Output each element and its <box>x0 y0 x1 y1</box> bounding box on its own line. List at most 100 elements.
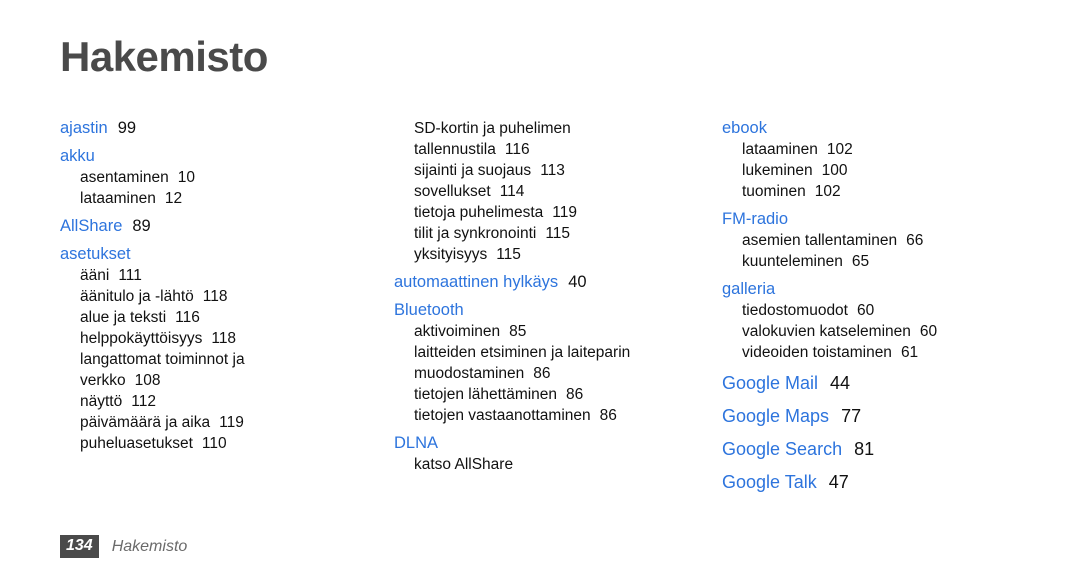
index-sub-entry[interactable]: tietojen vastaanottaminen 86 <box>394 405 714 426</box>
index-entry-heading-label: asetukset <box>60 245 131 263</box>
index-entry-group: akku asentaminen 10 lataaminen 12 <box>60 146 380 209</box>
index-entry-heading[interactable]: Bluetooth <box>394 300 714 321</box>
index-entry-heading-label: Bluetooth <box>394 301 464 319</box>
index-sub-entry-page-number: 114 <box>499 183 525 200</box>
index-sub-entry[interactable]: muodostaminen 86 <box>394 363 714 384</box>
index-sub-entry-page-number: 115 <box>545 225 571 242</box>
index-sub-entry[interactable]: tietoja puhelimesta 119 <box>394 202 714 223</box>
index-sub-entry[interactable]: lukeminen 100 <box>722 160 1042 181</box>
index-entry-page-number: 44 <box>830 373 851 393</box>
index-sub-entry[interactable]: verkko 108 <box>60 370 380 391</box>
index-entry-heading[interactable]: AllShare 89 <box>60 216 380 237</box>
index-sub-entry-label: sijainti ja suojaus <box>414 162 532 179</box>
index-sub-entry[interactable]: asemien tallentaminen 66 <box>722 230 1042 251</box>
index-sub-entry-label: lataaminen <box>742 141 818 158</box>
index-sub-entry[interactable]: aktivoiminen 85 <box>394 321 714 342</box>
index-sub-entry-page-number: 116 <box>504 141 530 158</box>
index-sub-entry[interactable]: ääni 111 <box>60 265 380 286</box>
index-sub-entry-page-number: 115 <box>496 246 521 263</box>
index-entry-heading[interactable]: Google Search 81 <box>722 436 1042 462</box>
index-sub-entry[interactable]: sovellukset 114 <box>394 181 714 202</box>
index-sub-entry-page-number: 65 <box>851 253 870 270</box>
index-entry-heading-label: galleria <box>722 280 776 298</box>
index-entry-heading-label: ajastin <box>60 119 108 137</box>
index-sub-entry[interactable]: sijainti ja suojaus 113 <box>394 160 714 181</box>
index-sub-entry[interactable]: näyttö 112 <box>60 391 380 412</box>
index-sub-entry-label: helppokäyttöisyys <box>80 330 203 347</box>
index-sub-entry-label: sovellukset <box>414 183 491 200</box>
index-sub-entry[interactable]: asentaminen 10 <box>60 167 380 188</box>
index-entry-heading-label: Google Search <box>722 439 843 459</box>
index-sub-entry-label: aktivoiminen <box>414 323 501 340</box>
index-sub-entry-page-number: 102 <box>826 141 853 158</box>
index-sub-entry-label: lukeminen <box>742 162 813 179</box>
index-sub-entry[interactable]: tietojen lähettäminen 86 <box>394 384 714 405</box>
index-entry-heading-label: DLNA <box>394 434 439 452</box>
index-sub-entry-page-number: 111 <box>118 267 142 284</box>
index-sub-entry[interactable]: laitteiden etsiminen ja laiteparin <box>394 342 714 363</box>
index-sub-entry[interactable]: valokuvien katseleminen 60 <box>722 321 1042 342</box>
index-entry-heading-label: FM-radio <box>722 210 789 228</box>
index-sub-entry[interactable]: alue ja teksti 116 <box>60 307 380 328</box>
index-sub-entry[interactable]: katso AllShare <box>394 454 714 475</box>
index-entry-group: Google Search 81 <box>722 436 1042 462</box>
index-sub-entry-page-number: 85 <box>509 323 527 340</box>
index-entry-heading[interactable]: Google Talk 47 <box>722 469 1042 495</box>
index-entry-heading[interactable]: Google Mail 44 <box>722 370 1042 396</box>
index-sub-entry[interactable]: lataaminen 12 <box>60 188 380 209</box>
index-sub-entry[interactable]: puheluasetukset 110 <box>60 433 380 454</box>
index-sub-entry[interactable]: lataaminen 102 <box>722 139 1042 160</box>
index-entry-heading[interactable]: DLNA <box>394 433 714 454</box>
index-sub-entry[interactable]: kuunteleminen 65 <box>722 251 1042 272</box>
index-sub-entry-label: tilit ja synkronointi <box>414 225 537 242</box>
index-sub-entry-label: muodostaminen <box>414 365 525 382</box>
index-sub-entry[interactable]: tallennustila 116 <box>394 139 714 160</box>
index-sub-entry-page-number: 86 <box>566 386 584 403</box>
index-sub-entry-page-number: 119 <box>219 414 244 431</box>
index-sub-entry-label: äänitulo ja -lähtö <box>80 288 194 305</box>
index-entry-heading[interactable]: asetukset <box>60 244 380 265</box>
index-sub-entry-label: SD-kortin ja puhelimen <box>414 120 571 137</box>
index-sub-entry[interactable]: tuominen 102 <box>722 181 1042 202</box>
index-entry-heading[interactable]: Google Maps 77 <box>722 403 1042 429</box>
index-sub-entry-label: valokuvien katseleminen <box>742 323 911 340</box>
index-sub-entry-label: yksityisyys <box>414 246 488 263</box>
index-sub-entry-page-number: 10 <box>177 169 196 186</box>
page-title: Hakemisto <box>60 33 268 80</box>
index-sub-entry-label: tietojen vastaanottaminen <box>414 407 591 424</box>
index-entry-group: SD-kortin ja puhelimen tallennustila 116 si… <box>394 118 714 265</box>
index-entry-heading[interactable]: FM-radio <box>722 209 1042 230</box>
index-entry-heading-label: akku <box>60 147 95 165</box>
index-sub-entry-page-number: 61 <box>900 344 919 361</box>
index-sub-entry[interactable]: yksityisyys 115 <box>394 244 714 265</box>
index-sub-entry[interactable]: äänitulo ja -lähtö 118 <box>60 286 380 307</box>
index-entry-heading[interactable]: ajastin 99 <box>60 118 380 139</box>
index-entry-group: Bluetooth aktivoiminen 85 laitteiden etsimi… <box>394 300 714 426</box>
index-sub-entry-page-number: 113 <box>540 162 565 179</box>
index-sub-entry-label: verkko <box>80 372 126 389</box>
index-entry-heading-label: ebook <box>722 119 767 137</box>
index-sub-entry-label: alue ja teksti <box>80 309 167 326</box>
index-sub-entry-label: videoiden toistaminen <box>742 344 892 361</box>
index-entry-heading[interactable]: akku <box>60 146 380 167</box>
index-sub-entry-label: tallennustila <box>414 141 496 158</box>
index-sub-entry[interactable]: videoiden toistaminen 61 <box>722 342 1042 363</box>
index-sub-entry-label: tiedostomuodot <box>742 302 848 319</box>
index-column-2: SD-kortin ja puhelimen tallennustila 116 si… <box>394 118 714 482</box>
index-sub-entry[interactable]: tilit ja synkronointi 115 <box>394 223 714 244</box>
index-sub-entry-label: ääni <box>80 267 110 284</box>
index-sub-entry[interactable]: helppokäyttöisyys 118 <box>60 328 380 349</box>
index-entry-group: automaattinen hylkäys 40 <box>394 272 714 293</box>
index-sub-entry[interactable]: langattomat toiminnot ja <box>60 349 380 370</box>
index-entry-heading-label: Google Mail <box>722 373 819 393</box>
index-entry-heading[interactable]: automaattinen hylkäys 40 <box>394 272 714 293</box>
index-entry-heading[interactable]: ebook <box>722 118 1042 139</box>
index-sub-entry[interactable]: tiedostomuodot 60 <box>722 300 1042 321</box>
index-sub-entry-page-number: 60 <box>857 302 875 319</box>
index-entry-heading-label: AllShare <box>60 217 123 235</box>
index-entry-heading-label: automaattinen hylkäys <box>394 273 559 291</box>
index-entry-heading[interactable]: galleria <box>722 279 1042 300</box>
index-sub-entry[interactable]: päivämäärä ja aika 119 <box>60 412 380 433</box>
index-entry-page-number: 81 <box>854 439 875 459</box>
index-sub-entry[interactable]: SD-kortin ja puhelimen <box>394 118 714 139</box>
